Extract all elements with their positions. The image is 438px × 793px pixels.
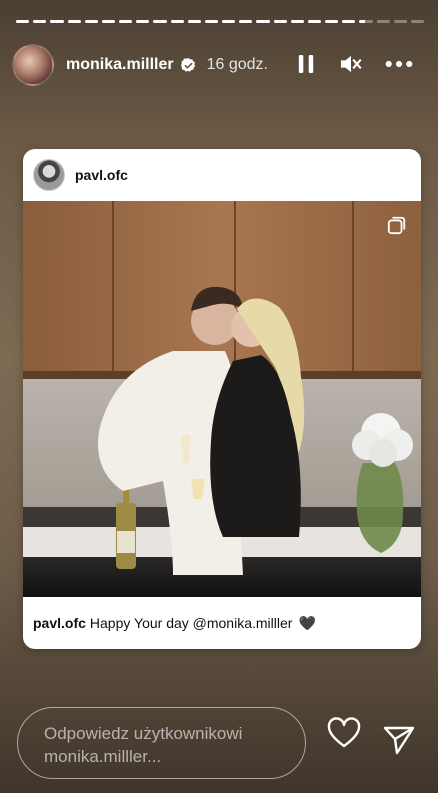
progress-segment	[342, 20, 356, 23]
black-heart-emoji: 🖤	[298, 614, 316, 631]
story-timestamp: 16 godz.	[206, 56, 268, 73]
progress-segment	[359, 20, 373, 23]
progress-segment	[84, 20, 98, 23]
post-avatar[interactable]	[33, 159, 65, 191]
progress-segment	[239, 20, 253, 23]
progress-segment	[273, 20, 287, 23]
progress-segment	[307, 20, 322, 23]
story-progress-bar	[16, 20, 425, 23]
post-header: pavl.ofc	[23, 149, 421, 201]
post-username[interactable]: pavl.ofc	[75, 167, 128, 183]
progress-segment	[101, 20, 116, 23]
progress-segment	[290, 20, 304, 23]
speaker-muted-icon[interactable]	[338, 52, 364, 76]
progress-segment	[170, 20, 184, 23]
send-icon[interactable]	[383, 725, 415, 755]
pause-icon[interactable]	[296, 52, 316, 76]
reply-input[interactable]: Odpowiedz użytkownikowi monika.milller..…	[17, 707, 306, 779]
progress-segment	[256, 20, 270, 23]
progress-segment	[204, 20, 219, 23]
verified-badge-icon	[180, 57, 197, 74]
heart-icon[interactable]	[327, 717, 361, 749]
post-photo[interactable]	[23, 201, 421, 597]
progress-segment	[325, 20, 339, 23]
progress-segment	[50, 20, 64, 23]
progress-segment	[136, 20, 150, 23]
progress-segment	[376, 20, 390, 23]
story-header: monika.milller 16 godz.	[12, 42, 424, 88]
progress-segment	[33, 20, 47, 23]
multiple-photos-icon	[387, 215, 407, 240]
caption-username[interactable]: pavl.ofc	[33, 615, 86, 631]
progress-segment	[16, 20, 30, 23]
story-username[interactable]: monika.milller	[66, 56, 174, 74]
progress-segment	[187, 20, 201, 23]
caption-text: Happy Your day @monika.milller	[89, 615, 293, 631]
progress-segment	[119, 20, 133, 23]
post-caption: pavl.ofc Happy Your day @monika.milller …	[23, 597, 421, 649]
shared-post-card[interactable]: pavl.ofc pavl.ofc Happy Your day @monika…	[23, 149, 421, 649]
progress-segment	[153, 20, 167, 23]
progress-segment	[410, 20, 425, 23]
progress-segment	[67, 20, 81, 23]
couple-kitchen-photo	[23, 201, 421, 597]
more-dots-icon[interactable]	[384, 52, 414, 76]
avatar[interactable]	[12, 44, 54, 86]
progress-segment	[222, 20, 236, 23]
progress-segment	[393, 20, 407, 23]
